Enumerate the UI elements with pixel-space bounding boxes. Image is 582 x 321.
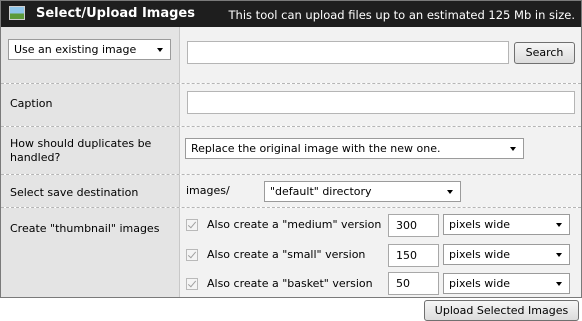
small-unit-select[interactable]: pixels wide [443,244,570,265]
panel-title: Select/Upload Images [36,6,195,21]
medium-checkbox[interactable] [186,219,198,231]
duplicates-select-value: Replace the original image with the new … [191,142,441,155]
duplicates-select[interactable]: Replace the original image with the new … [185,138,524,159]
duplicates-label: How should duplicates be handled? [10,137,152,164]
upload-size-note: This tool can upload files up to an esti… [228,8,575,22]
thumbnail-row: Create "thumbnail" images Also create a … [1,208,581,297]
caption-input-cell [180,84,581,126]
destination-select-value: "default" directory [270,185,372,198]
search-button[interactable]: Search [514,42,575,64]
chevron-down-icon [556,223,562,227]
chevron-down-icon [447,190,453,194]
upload-selected-images-button[interactable]: Upload Selected Images [424,300,579,321]
small-checkbox[interactable] [186,249,198,261]
basket-checkbox[interactable] [186,278,198,290]
caption-row: Caption [1,84,581,126]
destination-select[interactable]: "default" directory [264,181,461,202]
thumbnail-label: Create "thumbnail" images [10,222,160,235]
basket-unit-value: pixels wide [449,277,511,290]
thumbnail-options-cell: Also create a "medium" version 300 pixel… [180,208,581,297]
destination-label: Select save destination [10,186,139,199]
search-input[interactable] [187,41,509,64]
caption-label-cell: Caption [1,84,180,126]
small-option-label: Also create a "small" version [207,248,366,261]
source-label-cell: Use an existing image [1,27,180,83]
small-unit-value: pixels wide [449,248,511,261]
medium-unit-select[interactable]: pixels wide [443,214,570,235]
source-row: Use an existing image Search [1,27,581,83]
title-bar: Select/Upload Images This tool can uploa… [1,1,581,27]
medium-unit-value: pixels wide [449,218,511,231]
duplicates-input-cell: Replace the original image with the new … [180,127,581,174]
image-icon [9,6,25,20]
destination-label-cell: Select save destination [1,175,180,207]
caption-label: Caption [10,97,53,110]
image-source-select[interactable]: Use an existing image [8,39,171,60]
destination-input-cell: images/ "default" directory [180,175,581,207]
chevron-down-icon [556,282,562,286]
image-source-select-value: Use an existing image [14,43,137,56]
thumbnail-label-cell: Create "thumbnail" images [1,208,180,297]
chevron-down-icon [510,147,516,151]
medium-size-input[interactable]: 300 [388,214,439,237]
chevron-down-icon [157,48,163,52]
basket-option-label: Also create a "basket" version [207,277,373,290]
destination-row: Select save destination images/ "default… [1,175,581,207]
destination-prefix: images/ [186,184,230,197]
medium-option-label: Also create a "medium" version [207,218,382,231]
select-upload-images-panel: Select/Upload Images This tool can uploa… [0,0,582,298]
small-size-input[interactable]: 150 [388,244,439,267]
basket-unit-select[interactable]: pixels wide [443,273,570,294]
chevron-down-icon [556,253,562,257]
source-input-cell: Search [180,27,581,83]
caption-field[interactable] [187,91,575,114]
duplicates-row: How should duplicates be handled? Replac… [1,127,581,174]
basket-size-input[interactable]: 50 [388,272,439,295]
duplicates-label-cell: How should duplicates be handled? [1,127,180,174]
